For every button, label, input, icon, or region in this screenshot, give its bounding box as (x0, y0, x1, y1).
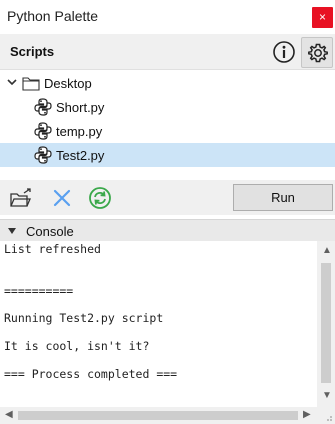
console-label: Console (26, 224, 74, 239)
refresh-icon (89, 187, 111, 209)
console-line: It is cool, isn't it? (4, 339, 150, 353)
folder-icon (22, 77, 40, 91)
console-line: Running Test2.py script (4, 311, 164, 325)
resize-grip-icon (327, 416, 332, 421)
resize-grip[interactable] (317, 407, 335, 424)
vertical-scrollbar[interactable]: ▲ ▼ (317, 241, 335, 407)
tree-item-test2-py[interactable]: Test2.py (0, 143, 335, 167)
script-tree: Desktop Short.py temp.py Test2.py (0, 71, 335, 173)
scripts-header: Scripts (0, 34, 335, 70)
console-header[interactable]: Console (0, 219, 335, 241)
close-button[interactable]: × (312, 7, 333, 28)
toolbar: Run (0, 180, 335, 215)
tree-item-label: Test2.py (56, 148, 105, 163)
console-line: List refreshed (4, 242, 101, 256)
x-icon (53, 189, 71, 207)
collapse-triangle-icon[interactable] (8, 228, 16, 234)
horizontal-scroll-thumb[interactable] (18, 411, 298, 420)
title-bar: Python Palette × (0, 0, 335, 34)
python-file-icon (34, 122, 52, 140)
console-output[interactable]: List refreshed ========== Running Test2.… (0, 241, 335, 424)
tree-item-short-py[interactable]: Short.py (0, 95, 335, 119)
info-button[interactable] (271, 39, 297, 65)
gear-icon (308, 43, 328, 63)
vertical-scroll-thumb[interactable] (321, 263, 331, 383)
console-text: List refreshed ========== Running Test2.… (4, 241, 314, 403)
scroll-right-arrow[interactable]: ▶ (303, 410, 311, 420)
scripts-label: Scripts (10, 44, 55, 59)
info-icon (273, 41, 295, 63)
chevron-down-icon[interactable] (6, 76, 18, 88)
window-title: Python Palette (7, 8, 99, 24)
refresh-button[interactable] (88, 186, 112, 210)
console-line: ========== (4, 284, 74, 298)
open-folder-icon (10, 188, 31, 207)
clear-button[interactable] (50, 186, 74, 210)
console-line: === Process completed === (4, 367, 178, 381)
python-file-icon (34, 146, 52, 164)
tree-folder-label: Desktop (44, 76, 92, 91)
scroll-up-arrow[interactable]: ▲ (322, 246, 332, 256)
open-folder-button[interactable] (9, 186, 33, 210)
horizontal-scrollbar[interactable]: ◀ ▶ (0, 407, 317, 424)
tree-folder-desktop[interactable]: Desktop (0, 71, 335, 95)
scroll-down-arrow[interactable]: ▼ (322, 391, 332, 401)
run-button[interactable]: Run (233, 184, 333, 211)
settings-button[interactable] (301, 37, 333, 68)
tree-item-label: Short.py (56, 100, 105, 115)
python-file-icon (34, 98, 52, 116)
tree-item-temp-py[interactable]: temp.py (0, 119, 335, 143)
tree-item-label: temp.py (56, 124, 103, 139)
scroll-left-arrow[interactable]: ◀ (5, 410, 13, 420)
